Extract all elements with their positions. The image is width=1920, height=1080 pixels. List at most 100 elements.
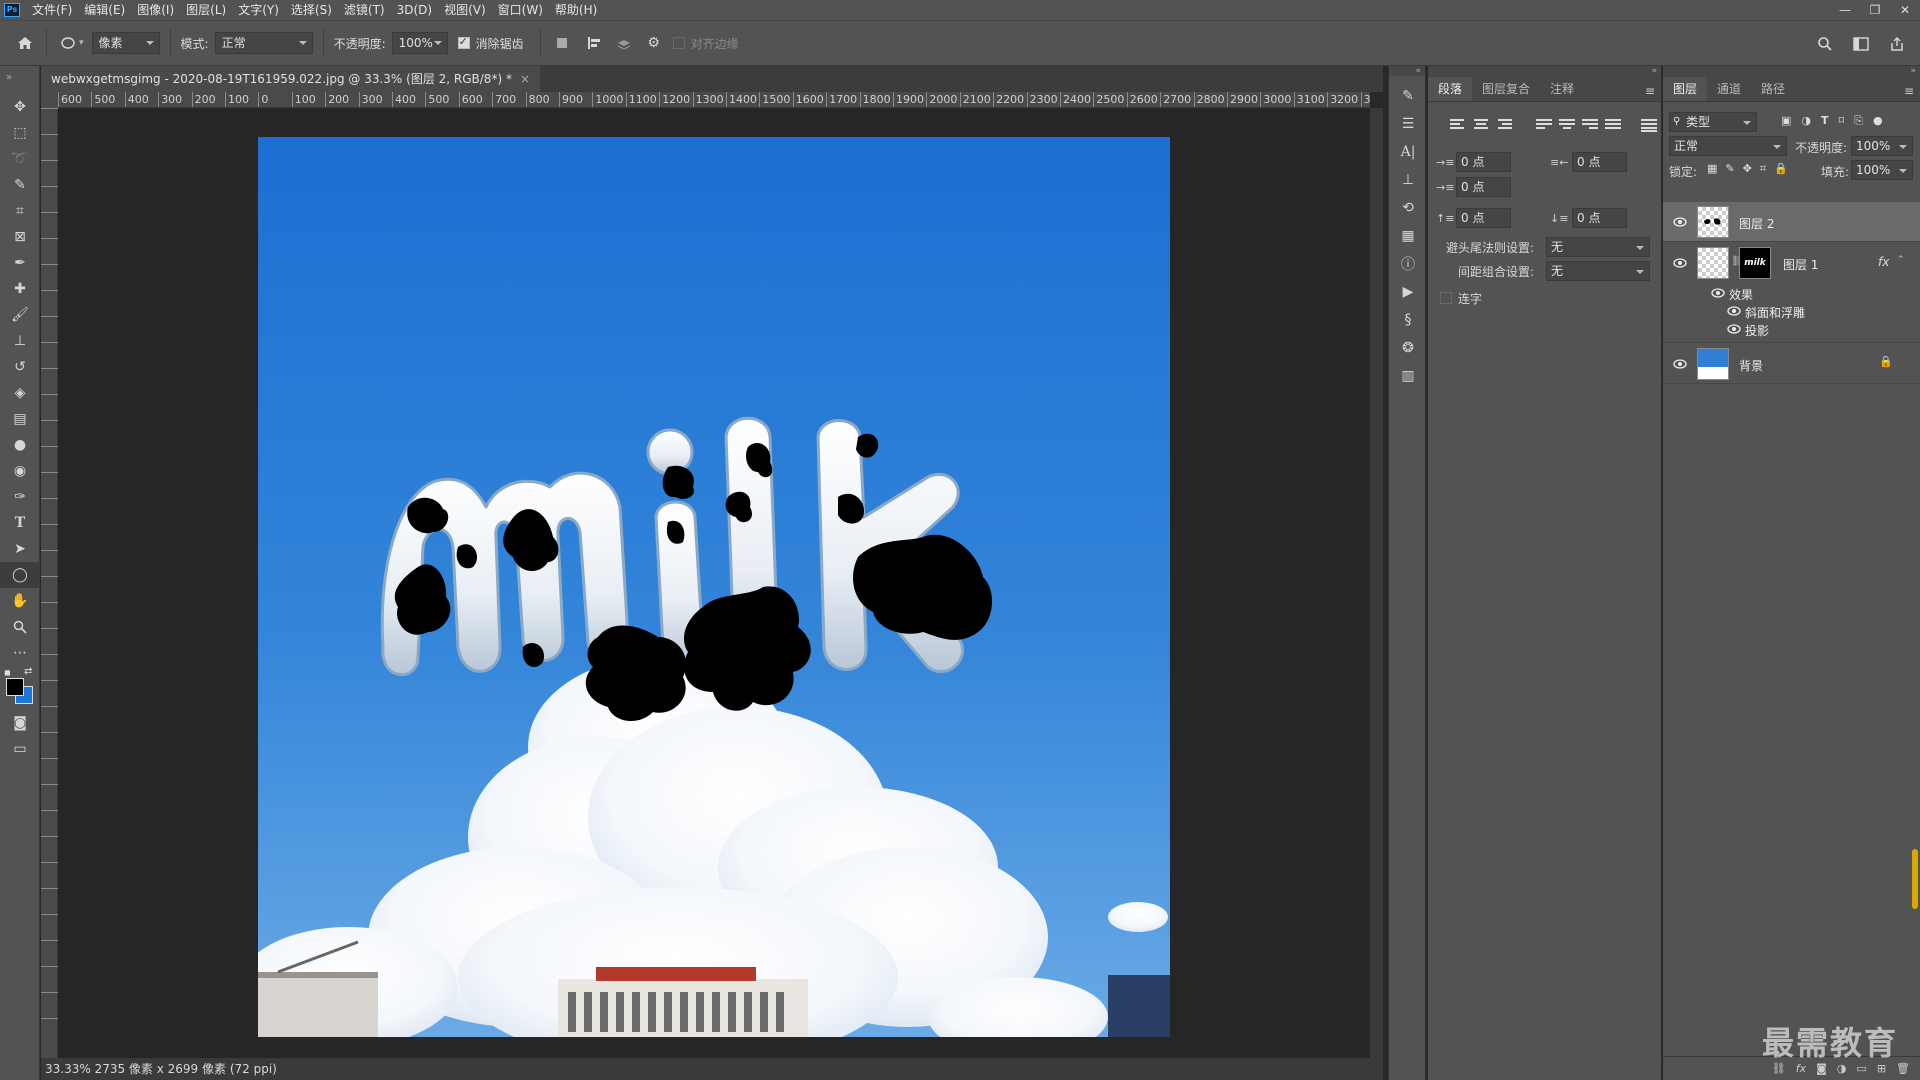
quick-mask-icon[interactable]: ◙	[0, 710, 40, 736]
menu-help[interactable]: 帮助(H)	[549, 0, 603, 20]
align-left-icon[interactable]	[1450, 118, 1466, 132]
foreground-color-swatch[interactable]	[6, 678, 24, 696]
effect-bevel-emboss[interactable]: 斜面和浮雕	[1745, 304, 1805, 321]
eyedropper-tool-icon[interactable]: ✒	[0, 250, 40, 276]
filter-adjustment-icon[interactable]: ◑	[1801, 114, 1811, 128]
search-icon[interactable]	[1814, 33, 1836, 55]
bevel-eye-icon[interactable]	[1727, 306, 1741, 316]
paths-icon[interactable]: §	[1389, 306, 1427, 334]
layer-row-layer2[interactable]: 图层 2	[1663, 202, 1920, 242]
menu-image[interactable]: 图像(I)	[131, 0, 180, 20]
workspace-icon[interactable]	[1850, 33, 1872, 55]
menu-3d[interactable]: 3D(D)	[391, 0, 438, 20]
indent-first-line-field[interactable]: 0 点	[1456, 177, 1511, 197]
menu-window[interactable]: 窗口(W)	[492, 0, 549, 20]
path-arrangement-icon[interactable]	[613, 32, 635, 54]
justify-last-center-icon[interactable]	[1559, 118, 1575, 132]
lock-position-icon[interactable]: ✥	[1743, 162, 1752, 176]
ellipse-tool-preset-icon[interactable]	[57, 32, 79, 54]
3d-icon[interactable]: ❂	[1389, 334, 1427, 362]
lock-transparent-icon[interactable]: ▦	[1707, 162, 1717, 176]
tab-paths[interactable]: 路径	[1751, 77, 1795, 101]
space-after-field[interactable]: 0 点	[1572, 208, 1627, 228]
ellipse-tool-icon[interactable]: ◯	[0, 562, 40, 588]
swap-colors-icon[interactable]: ⇄	[24, 666, 32, 677]
vertical-scrollbar[interactable]	[1370, 108, 1383, 1058]
justify-last-left-icon[interactable]	[1536, 118, 1552, 132]
document-canvas[interactable]	[258, 137, 1170, 1037]
lock-pixels-icon[interactable]: ✎	[1725, 162, 1734, 176]
align-edges-checkbox[interactable]	[672, 37, 685, 49]
table-icon[interactable]: ▥	[1389, 362, 1427, 390]
marquee-tool-icon[interactable]: ⬚	[0, 120, 40, 146]
visibility-eye-icon[interactable]	[1673, 258, 1687, 268]
delete-layer-icon[interactable]: 🗑	[1896, 1062, 1910, 1075]
styles-icon[interactable]: ▦	[1389, 222, 1427, 250]
type-tool-icon[interactable]: T	[0, 510, 40, 536]
vertical-ruler[interactable]	[41, 108, 58, 1058]
collapse-layers-icon[interactable]: »	[1663, 66, 1920, 76]
layer-row-layer1[interactable]: ⛓ milk 图层 1 fx ⌃ 效果 斜面和浮雕 投影	[1663, 243, 1920, 343]
tab-layer-comps[interactable]: 图层复合	[1472, 77, 1540, 101]
info-icon[interactable]: ⓘ	[1389, 250, 1427, 278]
kinsoku-select[interactable]: 无	[1546, 237, 1650, 257]
tab-channels[interactable]: 通道	[1707, 77, 1751, 101]
indent-right-field[interactable]: 0 点	[1572, 152, 1627, 172]
path-selection-tool-icon[interactable]: ➤	[0, 536, 40, 562]
move-tool-icon[interactable]: ✥	[0, 94, 40, 120]
restore-icon[interactable]: ❐	[1860, 0, 1890, 20]
history-icon[interactable]: ⟲	[1389, 194, 1427, 222]
tool-mode-select[interactable]: 像素	[91, 32, 160, 54]
close-window-icon[interactable]: ✕	[1890, 0, 1920, 20]
dodge-tool-icon[interactable]: ◉	[0, 458, 40, 484]
layer-filter-select[interactable]: ⚲ 类型	[1669, 112, 1757, 132]
clone-source-icon[interactable]: ⊥	[1389, 166, 1427, 194]
visibility-eye-icon[interactable]	[1673, 217, 1687, 227]
effects-eye-icon[interactable]	[1711, 288, 1725, 298]
justify-full-icon[interactable]	[1641, 118, 1657, 132]
zoom-tool-icon[interactable]	[0, 614, 40, 640]
collapse-dock-icon[interactable]: «	[1389, 66, 1425, 76]
tab-notes[interactable]: 注释	[1540, 77, 1584, 101]
filter-smart-object-icon[interactable]: ⎘	[1854, 114, 1863, 128]
hand-tool-icon[interactable]: ✋	[0, 588, 40, 614]
menu-type[interactable]: 文字(Y)	[232, 0, 285, 20]
layers-menu-icon[interactable]: ≡	[1904, 84, 1914, 98]
screen-mode-icon[interactable]: ▭	[0, 736, 40, 762]
lock-all-icon[interactable]: 🔒	[1774, 162, 1788, 176]
effects-label[interactable]: 效果	[1729, 286, 1753, 303]
close-tab-icon[interactable]: ×	[520, 72, 530, 86]
ruler-origin[interactable]	[41, 92, 58, 108]
filter-shape-icon[interactable]: ⌑	[1839, 114, 1845, 128]
tab-paragraph[interactable]: 段落	[1428, 77, 1473, 101]
crop-tool-icon[interactable]: ⌗	[0, 198, 40, 224]
more-tools-icon[interactable]: ⋯	[0, 640, 40, 666]
mojikumi-select[interactable]: 无	[1546, 261, 1650, 281]
visibility-eye-icon[interactable]	[1673, 359, 1687, 369]
collapse-panel-icon[interactable]: »	[1428, 66, 1661, 76]
horizontal-ruler[interactable]: 600 500 400 300 200 100 0 100 200 300 400 500 600 700…	[58, 92, 1370, 108]
lasso-tool-icon[interactable]: ➰	[0, 146, 40, 172]
path-alignment-icon[interactable]	[583, 32, 605, 54]
expand-toolbox-icon[interactable]: »	[0, 66, 39, 94]
document-tab[interactable]: webwxgetmsgimg - 2020-08-19T161959.022.j…	[41, 66, 541, 92]
effect-drop-shadow[interactable]: 投影	[1745, 322, 1769, 339]
filter-pixel-icon[interactable]: ▣	[1781, 114, 1791, 128]
frame-tool-icon[interactable]: ⊠	[0, 224, 40, 250]
hyphenate-checkbox[interactable]	[1440, 292, 1452, 304]
adjustments-icon[interactable]: ☰	[1389, 110, 1427, 138]
character-icon[interactable]: A|	[1389, 138, 1427, 166]
collapse-effects-icon[interactable]: ⌃	[1897, 255, 1905, 265]
eraser-tool-icon[interactable]: ◈	[0, 380, 40, 406]
panel-scroll-indicator[interactable]	[1912, 849, 1918, 909]
layer-blend-mode-select[interactable]: 正常	[1669, 136, 1787, 156]
blur-tool-icon[interactable]: ●	[0, 432, 40, 458]
align-center-icon[interactable]	[1473, 118, 1489, 132]
lock-artboard-icon[interactable]: ⌗	[1760, 162, 1766, 176]
gradient-tool-icon[interactable]: ▤	[0, 406, 40, 432]
filter-toggle-icon[interactable]: ●	[1873, 114, 1883, 128]
history-brush-icon[interactable]: ↺	[0, 354, 40, 380]
brush-tool-icon[interactable]: 🖌	[0, 302, 40, 328]
chevron-down-icon[interactable]: ▾	[79, 38, 84, 48]
layer-opacity-field[interactable]: 100%	[1851, 136, 1913, 156]
